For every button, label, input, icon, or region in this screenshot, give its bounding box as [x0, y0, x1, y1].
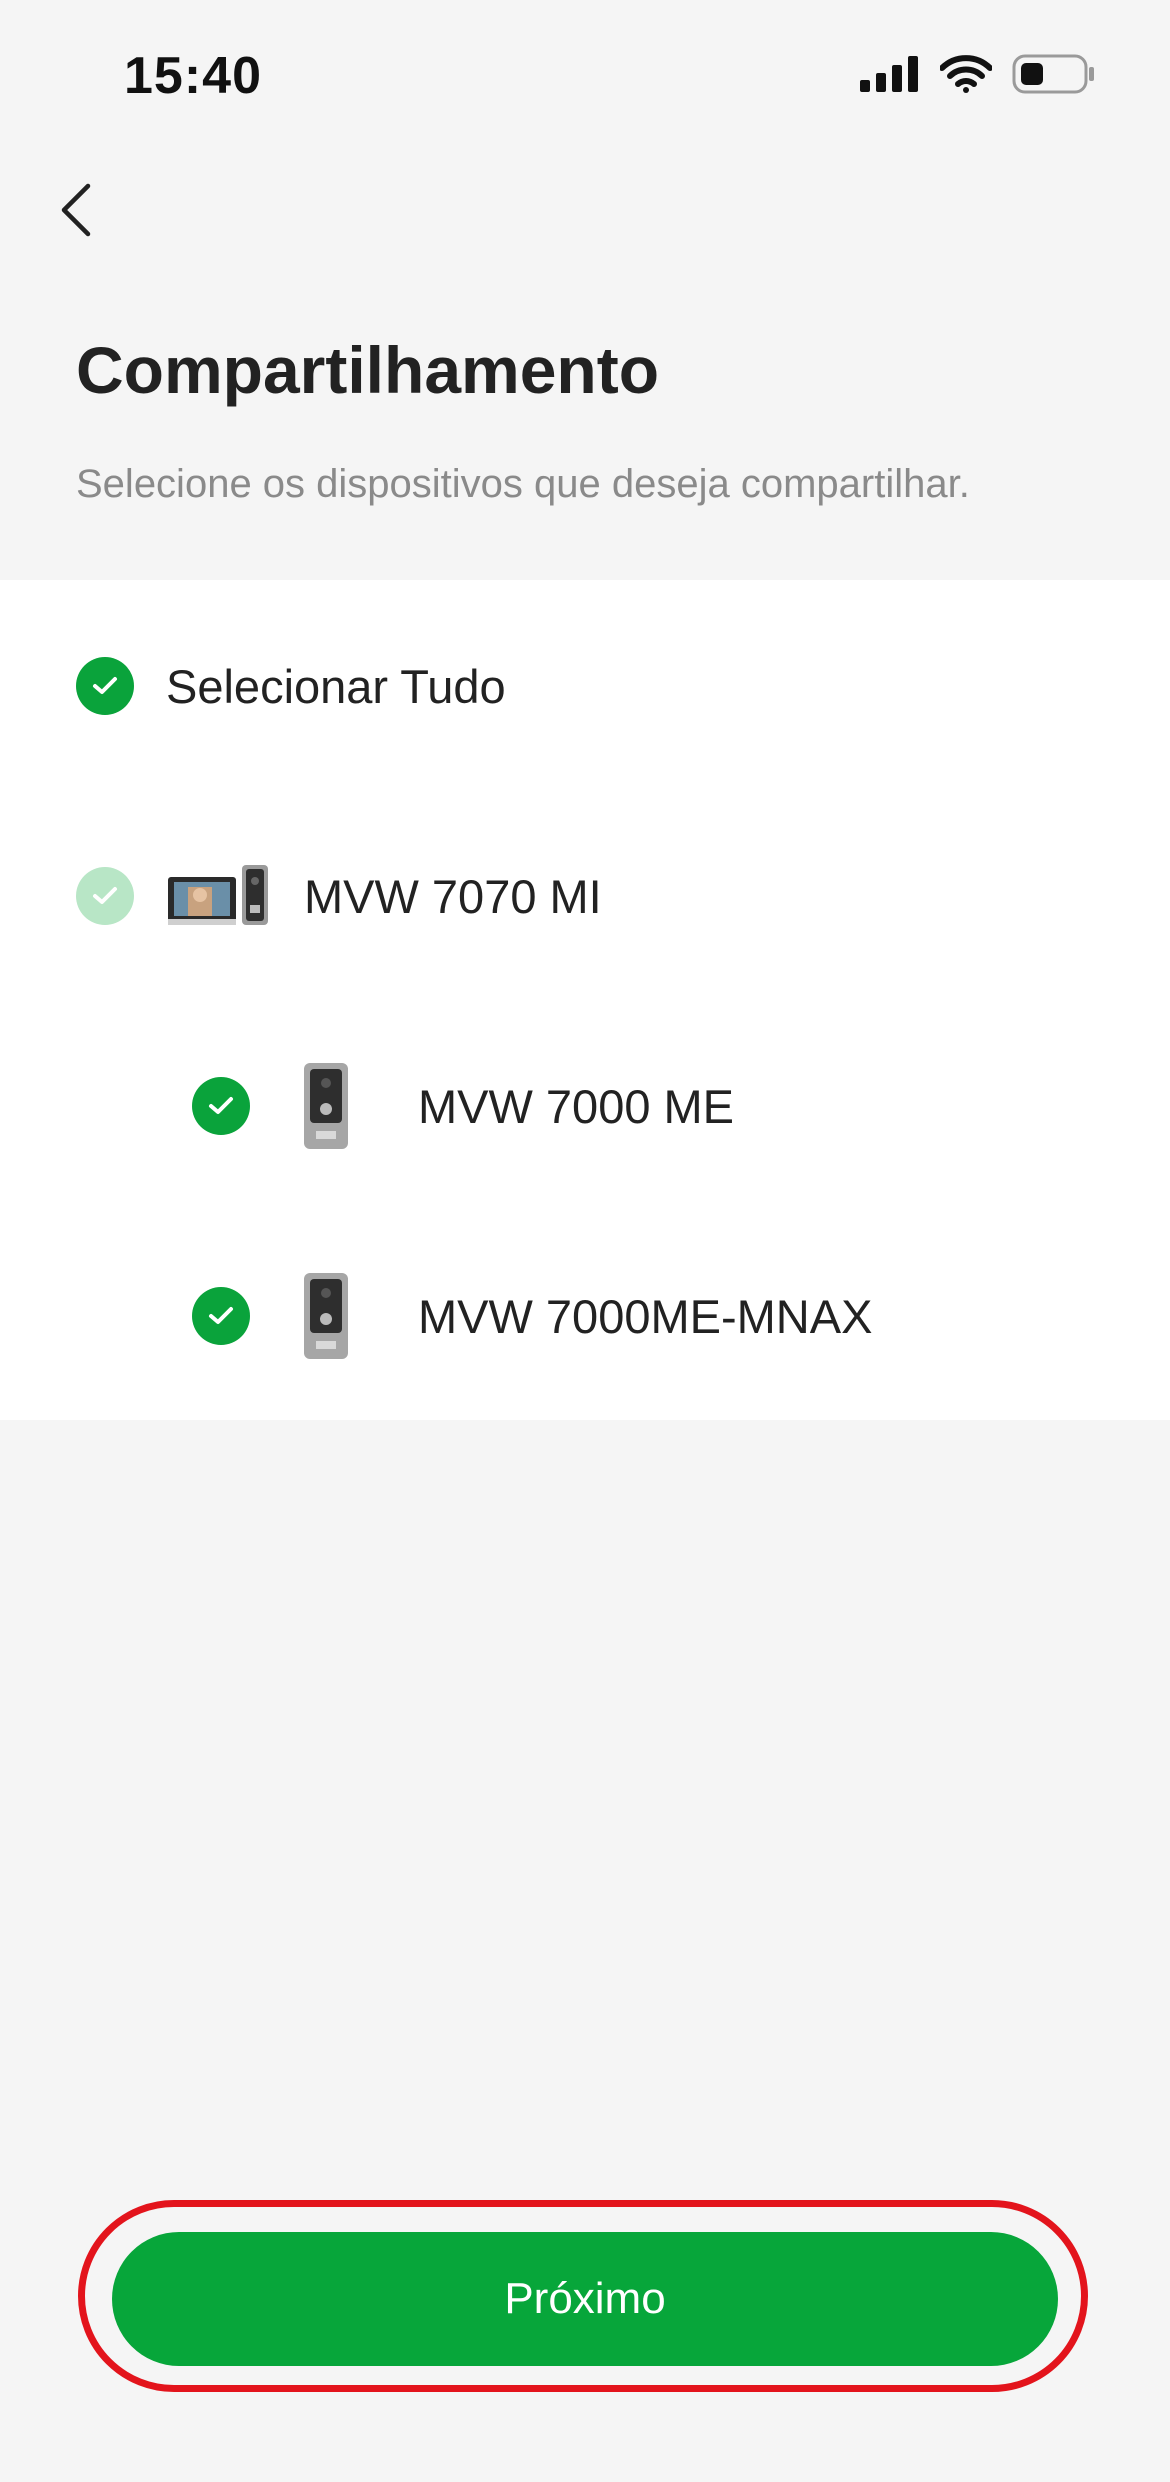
select-all-row[interactable]: Selecionar Tudo [0, 626, 1170, 746]
status-bar: 15:40 [0, 0, 1170, 150]
select-all-label: Selecionar Tudo [166, 659, 506, 713]
device-label: MVW 7070 MI [304, 869, 602, 923]
doorbell-icon [304, 1273, 348, 1359]
check-icon[interactable] [192, 1077, 250, 1135]
chevron-left-icon [61, 183, 91, 237]
check-icon[interactable] [76, 657, 134, 715]
page-title: Compartilhamento [76, 333, 660, 407]
wifi-icon [940, 55, 992, 93]
device-row[interactable]: MVW 7000ME-MNAX [0, 1256, 1170, 1376]
page-subtitle: Selecione os dispositivos que deseja com… [76, 462, 970, 506]
doorbell-icon [304, 1063, 348, 1149]
device-label: MVW 7000 ME [418, 1079, 735, 1133]
device-row[interactable]: MVW 7070 MI [0, 836, 1170, 956]
battery-icon [1012, 54, 1094, 94]
status-time: 15:40 [124, 47, 262, 105]
check-icon[interactable] [192, 1287, 250, 1345]
device-list: Selecionar Tudo MVW 7070 MI MVW 7000 ME … [0, 580, 1170, 1420]
status-icons [860, 54, 1096, 94]
device-row[interactable]: MVW 7000 ME [0, 1046, 1170, 1166]
device-label: MVW 7000ME-MNAX [418, 1289, 873, 1343]
monitor-kit-icon [168, 865, 268, 925]
next-button[interactable]: Próximo [112, 2232, 1058, 2366]
signal-icon [860, 56, 918, 92]
back-button[interactable] [36, 170, 116, 250]
check-icon[interactable] [76, 867, 134, 925]
